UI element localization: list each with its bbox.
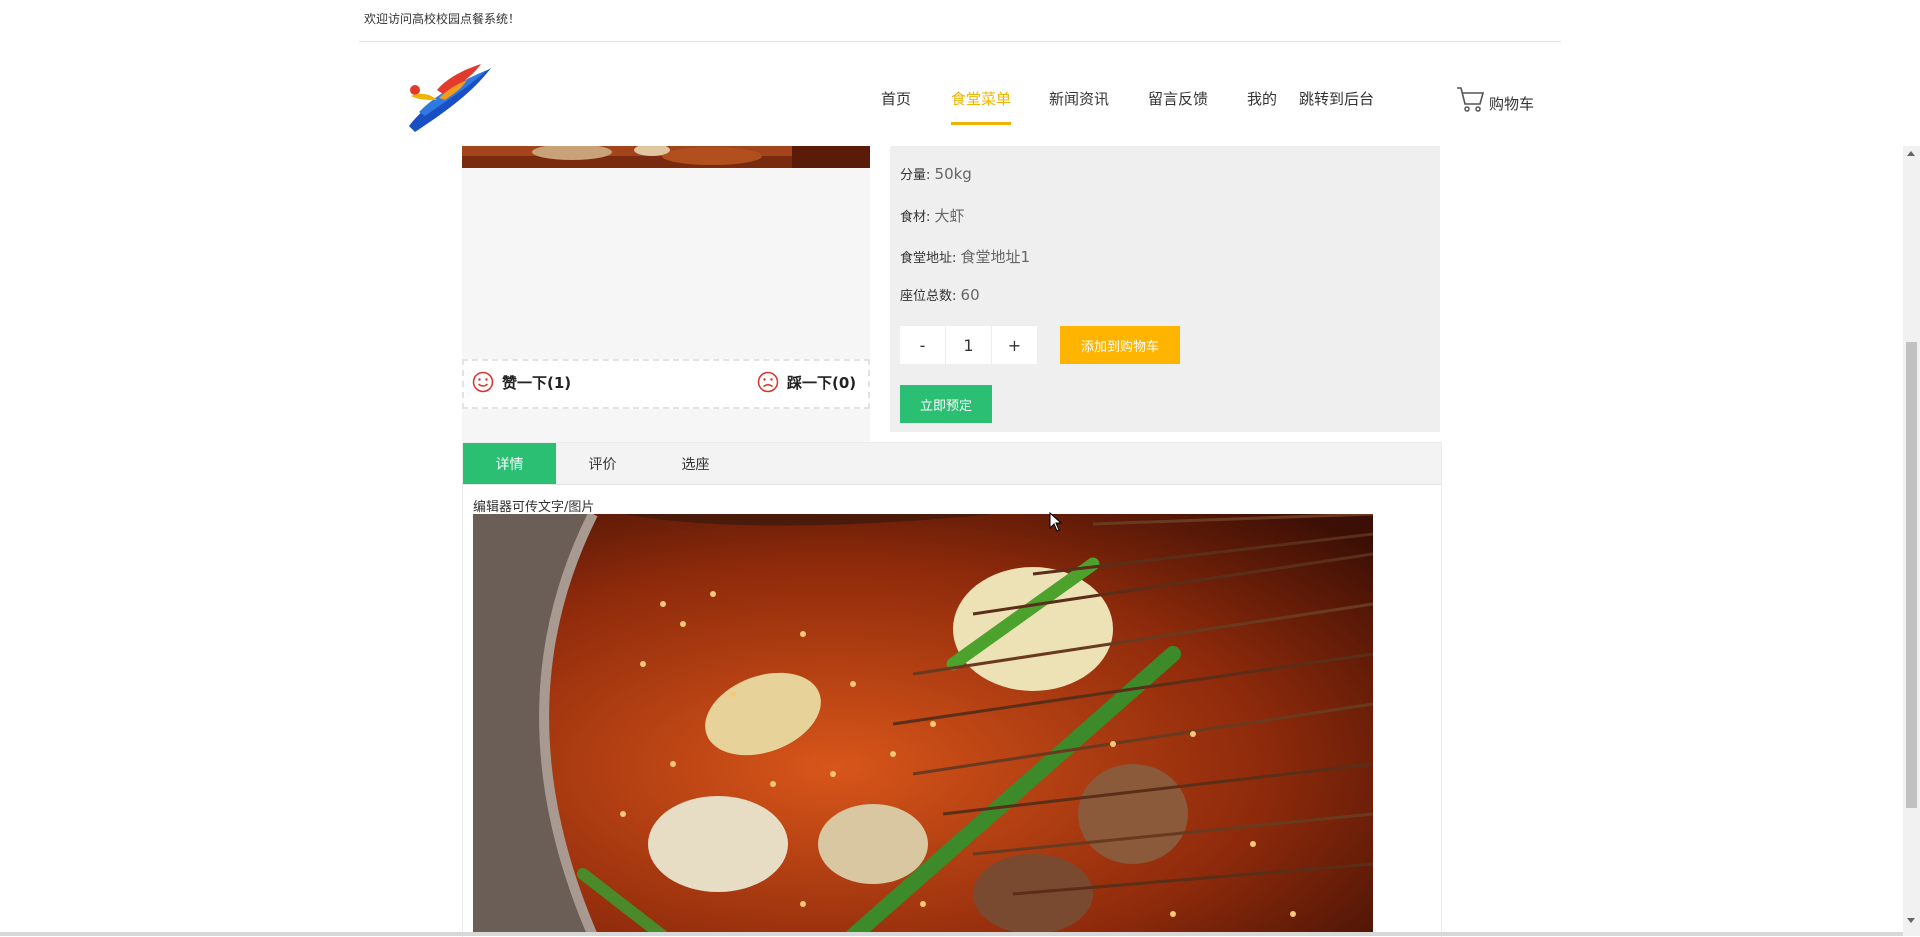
cart-icon <box>1457 87 1485 112</box>
nav-canteen-menu[interactable]: 食堂菜单 <box>951 88 1012 125</box>
frown-icon <box>757 371 779 393</box>
address-row: 食堂地址: 食堂地址1 <box>900 248 1031 266</box>
quantity-input[interactable]: 1 <box>946 326 992 364</box>
page-scrollbar[interactable] <box>1903 146 1920 936</box>
image-placeholder <box>462 168 870 484</box>
address-value: 食堂地址1 <box>960 248 1031 266</box>
reserve-button[interactable]: 立即预定 <box>900 385 992 423</box>
editor-note: 编辑器可传文字/图片 <box>473 500 595 515</box>
vote-box: 赞一下(1) 踩一下(0) <box>462 359 870 409</box>
nav-feedback[interactable]: 留言反馈 <box>1148 88 1208 122</box>
add-to-cart-button[interactable]: 添加到购物车 <box>1060 326 1180 364</box>
decrease-button[interactable]: - <box>900 326 946 364</box>
dislike-button[interactable]: 踩一下(0) <box>757 371 856 393</box>
welcome-text: 欢迎访问高校校园点餐系统！ <box>364 12 521 26</box>
increase-button[interactable]: + <box>992 326 1038 364</box>
detail-tabs: 详情 评价 选座 编辑器可传文字/图片 <box>462 442 1442 937</box>
cart-link[interactable]: 购物车 <box>1455 84 1534 114</box>
mouse-cursor-icon <box>1049 511 1063 536</box>
top-bar: 欢迎访问高校校园点餐系统！ <box>359 0 1561 42</box>
site-logo[interactable] <box>401 60 497 134</box>
smile-icon <box>472 371 494 393</box>
tab-seat-selection[interactable]: 选座 <box>649 443 742 484</box>
nav-mine[interactable]: 我的 <box>1247 88 1277 122</box>
detail-image <box>473 514 1373 936</box>
dislike-label: 踩一下(0) <box>787 373 857 392</box>
product-info-panel: 分量: 50kg 食材: 大虾 食堂地址: 食堂地址1 座位总数: 60 - 1… <box>890 146 1440 432</box>
nav-admin[interactable]: 跳转到后台 <box>1299 88 1374 122</box>
scrollbar-thumb[interactable] <box>1906 342 1917 808</box>
tab-details[interactable]: 详情 <box>463 443 556 484</box>
nav-home[interactable]: 首页 <box>881 88 911 122</box>
like-label: 赞一下(1) <box>502 373 572 392</box>
ingredient-row: 食材: 大虾 <box>900 207 965 225</box>
tab-reviews[interactable]: 评价 <box>556 443 649 484</box>
seats-value: 60 <box>960 286 980 304</box>
site-header: 首页 食堂菜单 新闻资讯 留言反馈 我的 跳转到后台 购物车 <box>359 42 1561 146</box>
like-button[interactable]: 赞一下(1) <box>472 371 571 393</box>
scroll-down-arrow-icon[interactable] <box>1907 918 1915 923</box>
cart-label: 购物车 <box>1489 94 1535 113</box>
portion-value: 50kg <box>934 165 972 183</box>
product-image <box>462 146 870 168</box>
portion-row: 分量: 50kg <box>900 165 972 183</box>
quantity-stepper: - 1 + <box>900 326 1038 364</box>
scroll-up-arrow-icon[interactable] <box>1907 151 1915 156</box>
tab-bar: 详情 评价 选座 <box>463 443 1441 485</box>
seats-row: 座位总数: 60 <box>900 286 980 304</box>
nav-news[interactable]: 新闻资讯 <box>1049 88 1109 122</box>
ingredient-value: 大虾 <box>934 207 965 225</box>
bottom-edge <box>0 932 1903 936</box>
